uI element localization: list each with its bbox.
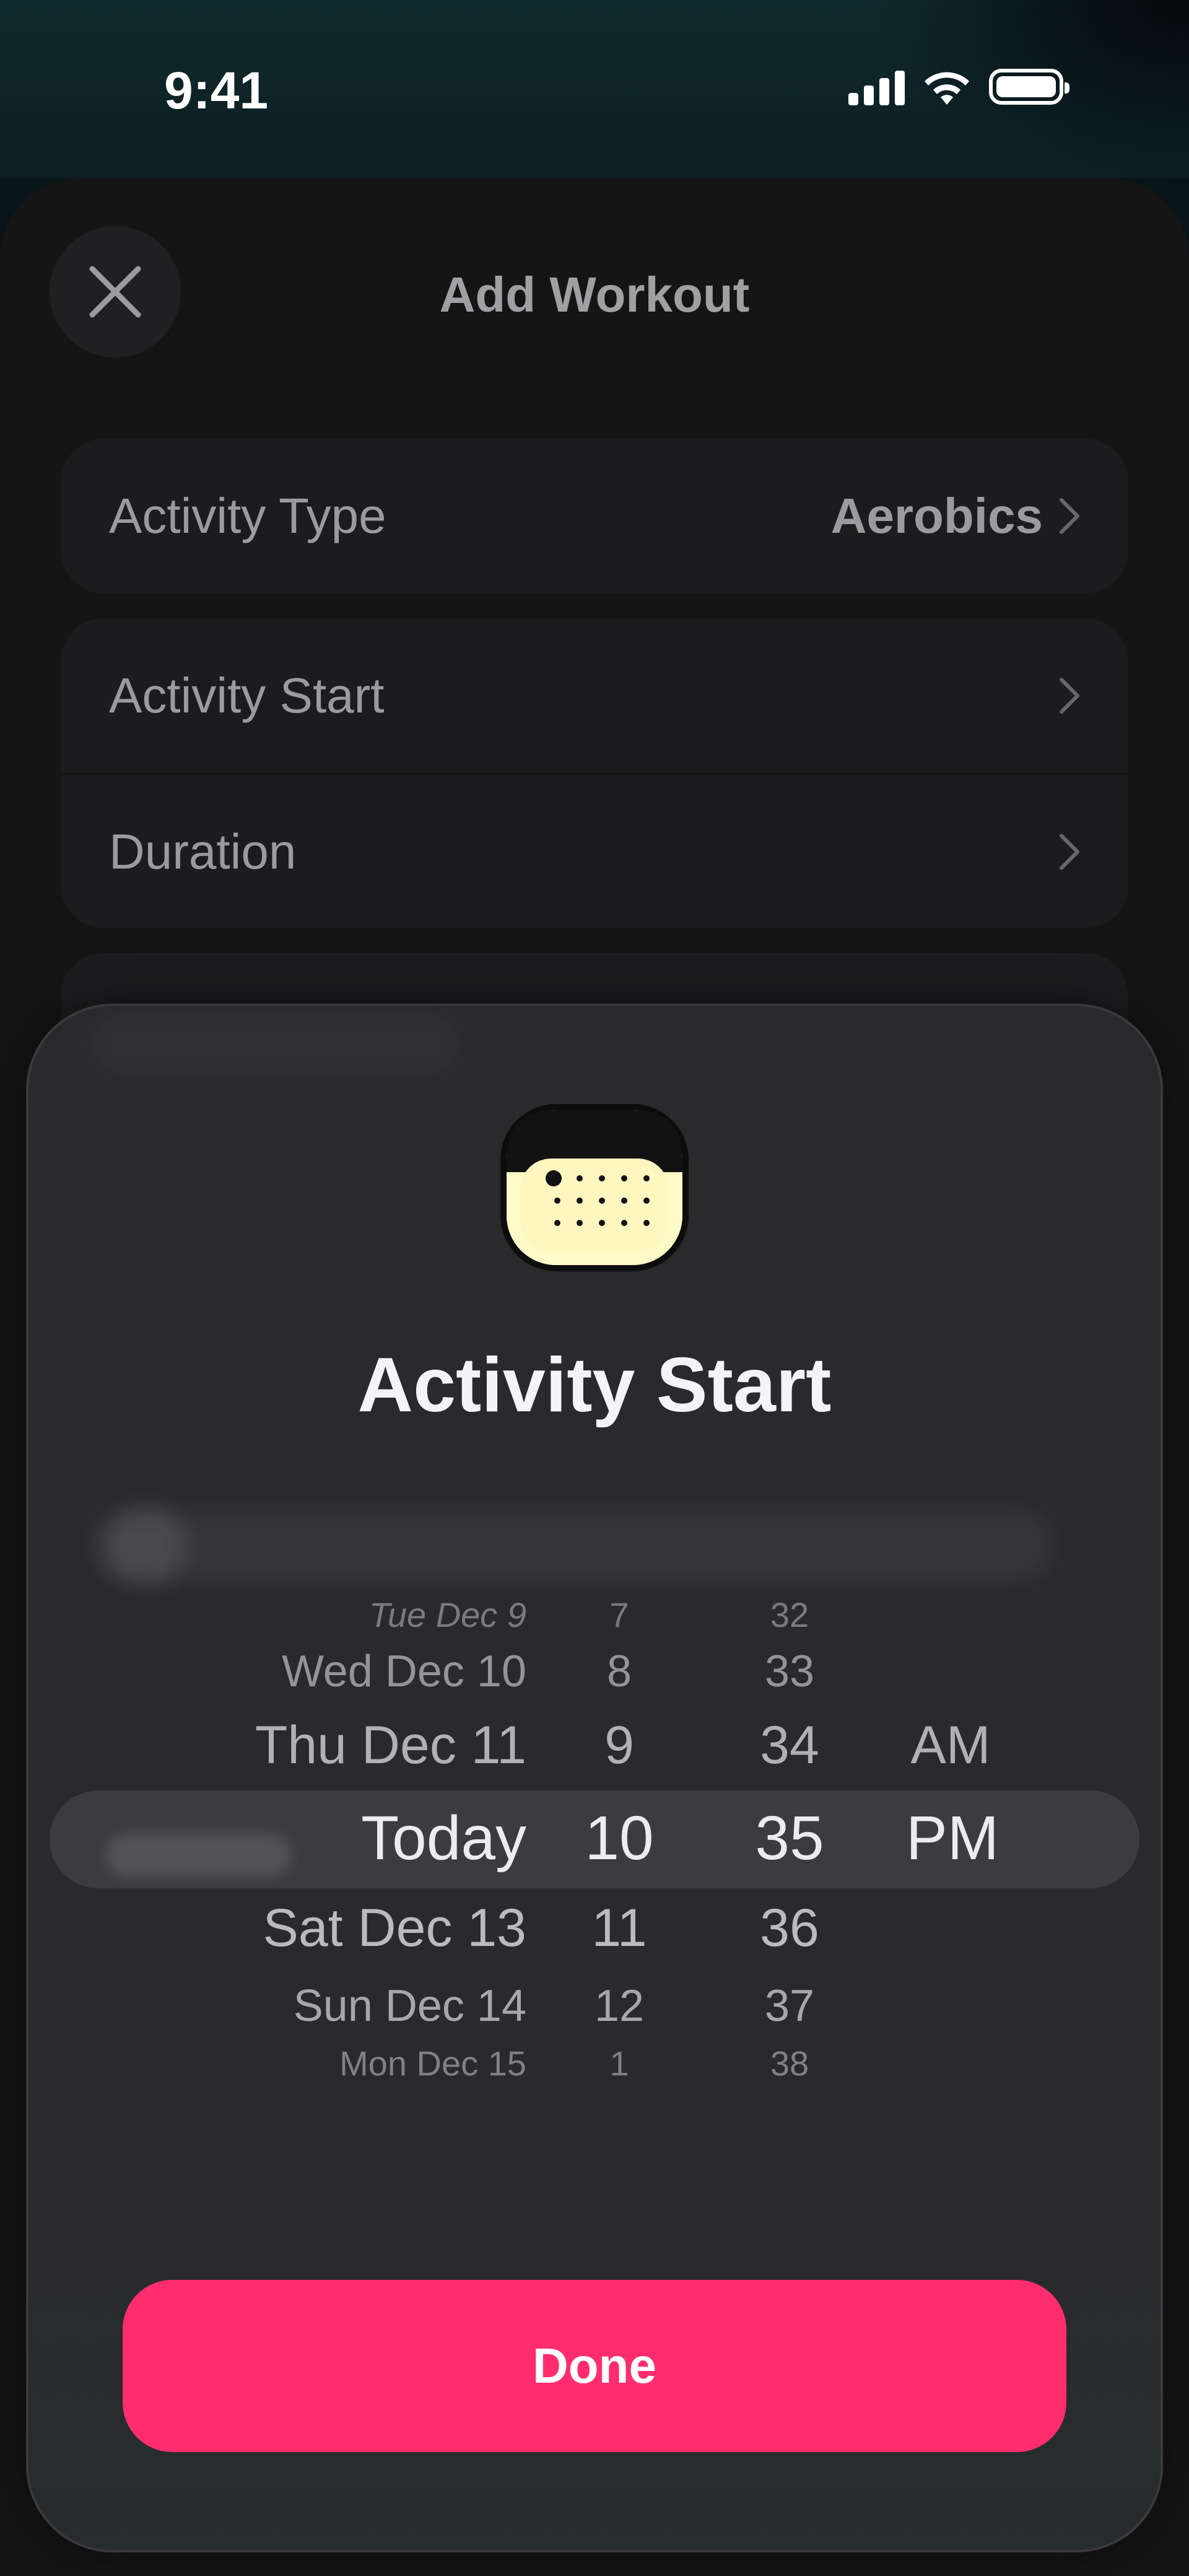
picker-meridiem-selected[interactable]: PM [829,1803,1076,1874]
picker-date-option[interactable]: Sun Dec 14 [294,1981,526,2031]
modal-title: Activity Start [357,1343,832,1428]
picker-meridiem-option[interactable]: AM [827,1715,1074,1776]
picker-minute-option[interactable]: 32 [666,1595,913,1635]
blurred-slider-thumb [105,1505,186,1586]
done-button[interactable]: Done [123,2280,1066,2452]
status-icons [848,65,1069,108]
picker-minute-option[interactable]: 36 [666,1898,913,1959]
wifi-icon [925,72,969,105]
blurred-label [105,1834,291,1877]
battery-icon [989,69,1069,105]
blurred-slider [93,1512,1053,1580]
cellular-signal-icon [848,68,905,105]
blurred-content [93,1016,458,1072]
picker-date-option[interactable]: Thu Dec 11 [255,1715,526,1776]
picker-minute-option[interactable]: 38 [666,2043,913,2083]
picker-minute-option[interactable]: 37 [666,1981,913,2031]
picker-minute-option[interactable]: 33 [666,1646,913,1697]
picker-date-option[interactable]: Wed Dec 10 [282,1646,526,1697]
status-time: 9:41 [164,61,269,120]
picker-date-option[interactable]: Sat Dec 13 [263,1898,526,1959]
calendar-icon [500,1104,689,1271]
